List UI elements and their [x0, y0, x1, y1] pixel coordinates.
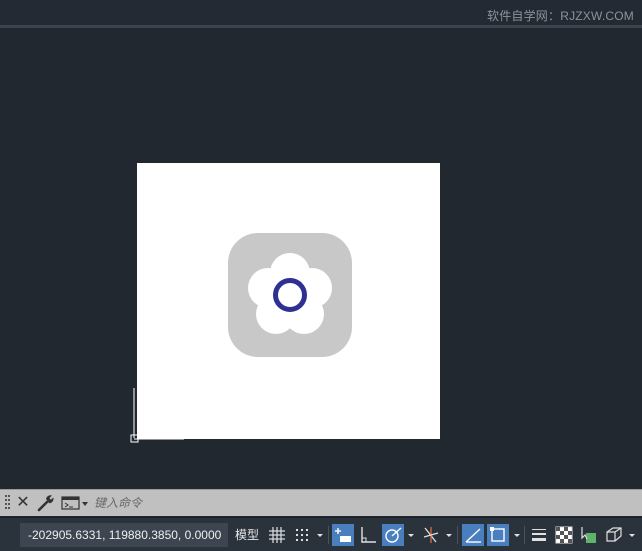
cad-window: 软件自学网：RJZXW.COM ✕ 键入命令 -202905.6331, 119… [0, 0, 642, 551]
watermark-text: 软件自学网：RJZXW.COM [487, 9, 634, 23]
3d-snap-icon[interactable] [603, 524, 625, 546]
ortho-icon[interactable] [357, 524, 379, 546]
object-snap-icon[interactable] [487, 524, 509, 546]
polar-dropdown-arrow-icon[interactable] [406, 524, 416, 546]
isodraft-icon[interactable] [420, 524, 442, 546]
dynamic-input-icon[interactable] [332, 524, 354, 546]
wrench-icon[interactable] [36, 493, 56, 513]
separator [457, 526, 458, 544]
command-prompt-icon[interactable] [61, 494, 91, 512]
transparency-icon[interactable] [553, 524, 575, 546]
ucs-icon [130, 388, 186, 444]
status-bar: -202905.6331, 119880.3850, 0.0000 模型 [0, 517, 642, 551]
isodraft-dropdown-arrow-icon[interactable] [444, 524, 454, 546]
selection-cycling-icon[interactable] [578, 524, 600, 546]
object-snap-dropdown-arrow-icon[interactable] [512, 524, 522, 546]
close-icon[interactable]: ✕ [14, 493, 32, 513]
separator [328, 526, 329, 544]
lineweight-icon[interactable] [528, 524, 550, 546]
command-input[interactable] [94, 493, 634, 513]
snap-tracking-icon[interactable] [462, 524, 484, 546]
coordinate-readout[interactable]: -202905.6331, 119880.3850, 0.0000 [20, 523, 228, 547]
3d-snap-dropdown-arrow-icon[interactable] [627, 524, 637, 546]
command-line: ✕ [0, 489, 642, 516]
grip-handle-icon[interactable] [5, 495, 11, 511]
grid-icon[interactable] [266, 524, 288, 546]
title-bar: 软件自学网：RJZXW.COM [0, 0, 642, 28]
model-space-button[interactable]: 模型 [232, 523, 262, 547]
polar-icon[interactable] [382, 524, 404, 546]
flower-app-icon [228, 233, 352, 357]
snap-dots-icon[interactable] [291, 524, 313, 546]
separator [524, 526, 525, 544]
snap-dropdown-arrow-icon[interactable] [315, 524, 325, 546]
